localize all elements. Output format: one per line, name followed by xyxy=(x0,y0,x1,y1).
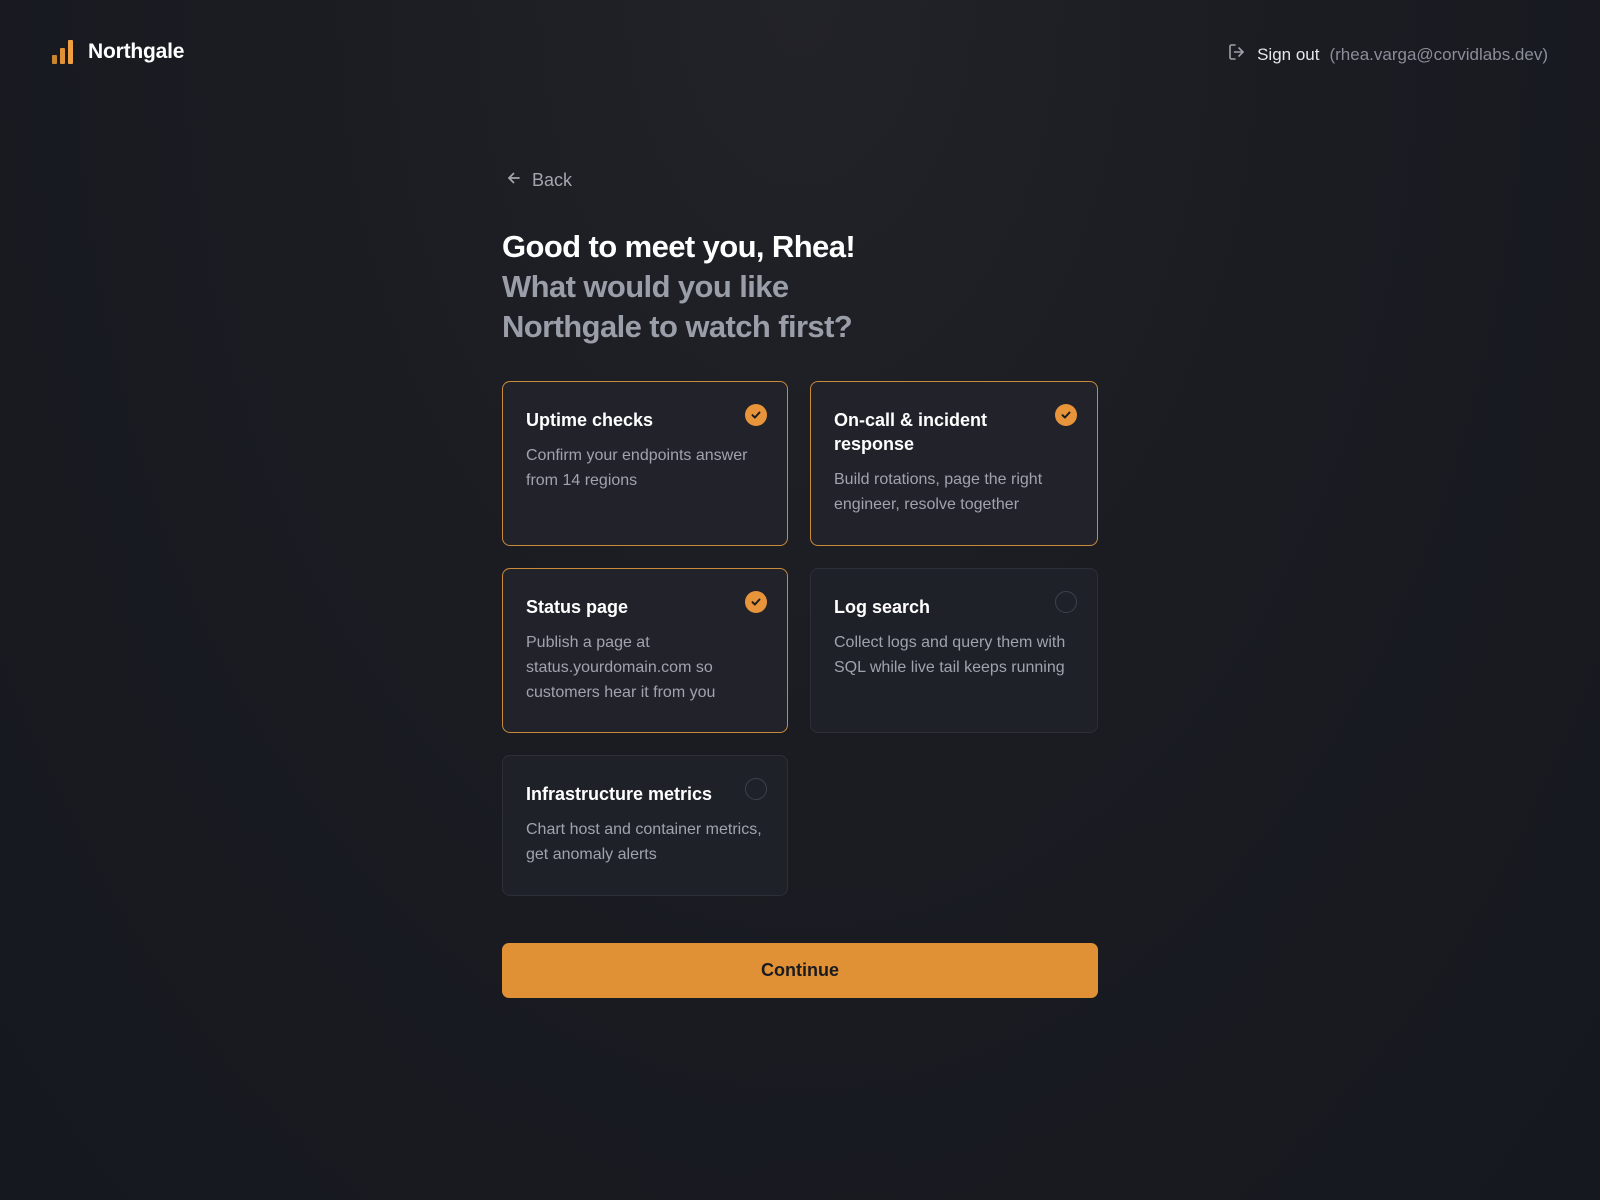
continue-button[interactable]: Continue xyxy=(502,943,1098,998)
option-card-uptime-checks[interactable]: Uptime checks Confirm your endpoints ans… xyxy=(502,381,788,546)
option-title: Status page xyxy=(526,597,629,617)
logout-icon xyxy=(1227,42,1247,67)
bar-chart-logo-icon xyxy=(52,40,76,64)
back-link[interactable]: Back xyxy=(506,170,572,191)
checkmark-icon xyxy=(1055,404,1077,426)
option-description: Collect logs and query them with SQL whi… xyxy=(834,634,1066,676)
option-description: Build rotations, page the right engineer… xyxy=(834,471,1043,513)
checkmark-icon xyxy=(745,591,767,613)
checkmark-icon xyxy=(745,404,767,426)
empty-radio-icon xyxy=(1055,591,1077,613)
brand[interactable]: Northgale xyxy=(52,40,184,64)
greeting: Good to meet you, Rhea! xyxy=(502,229,856,264)
option-description: Chart host and container metrics, get an… xyxy=(526,821,762,863)
option-title: Uptime checks xyxy=(526,410,654,430)
arrow-left-icon xyxy=(506,170,522,191)
empty-radio-icon xyxy=(745,778,767,800)
sign-out-link[interactable]: Sign out (rhea.varga@corvidlabs.dev) xyxy=(1227,42,1548,67)
option-description: Confirm your endpoints answer from 14 re… xyxy=(526,447,748,489)
option-card-status-page[interactable]: Status page Publish a page at status.you… xyxy=(502,568,788,733)
question-line-2: Northgale to watch first? xyxy=(502,309,853,344)
brand-name: Northgale xyxy=(88,40,185,63)
back-label: Back xyxy=(532,170,573,190)
option-title: Log search xyxy=(834,597,931,617)
option-description: Publish a page at status.yourdomain.com … xyxy=(526,634,716,701)
option-grid: Uptime checks Confirm your endpoints ans… xyxy=(502,381,1098,896)
option-card-on-call[interactable]: On-call & incident response Build rotati… xyxy=(810,381,1098,546)
option-title: Infrastructure metrics xyxy=(526,784,713,804)
page-title: Good to meet you, Rhea! What would you l… xyxy=(502,227,1098,347)
onboarding-panel: Back Good to meet you, Rhea! What would … xyxy=(502,170,1098,998)
option-card-infrastructure-metrics[interactable]: Infrastructure metrics Chart host and co… xyxy=(502,755,788,896)
question-line-1: What would you like xyxy=(502,269,789,304)
option-title: On-call & incident response xyxy=(834,410,988,454)
option-card-log-search[interactable]: Log search Collect logs and query them w… xyxy=(810,568,1098,733)
top-bar: Northgale Sign out (rhea.varga@corvidlab… xyxy=(0,0,1600,110)
sign-out-label: Sign out xyxy=(1257,44,1320,64)
user-email: (rhea.varga@corvidlabs.dev) xyxy=(1329,44,1548,64)
